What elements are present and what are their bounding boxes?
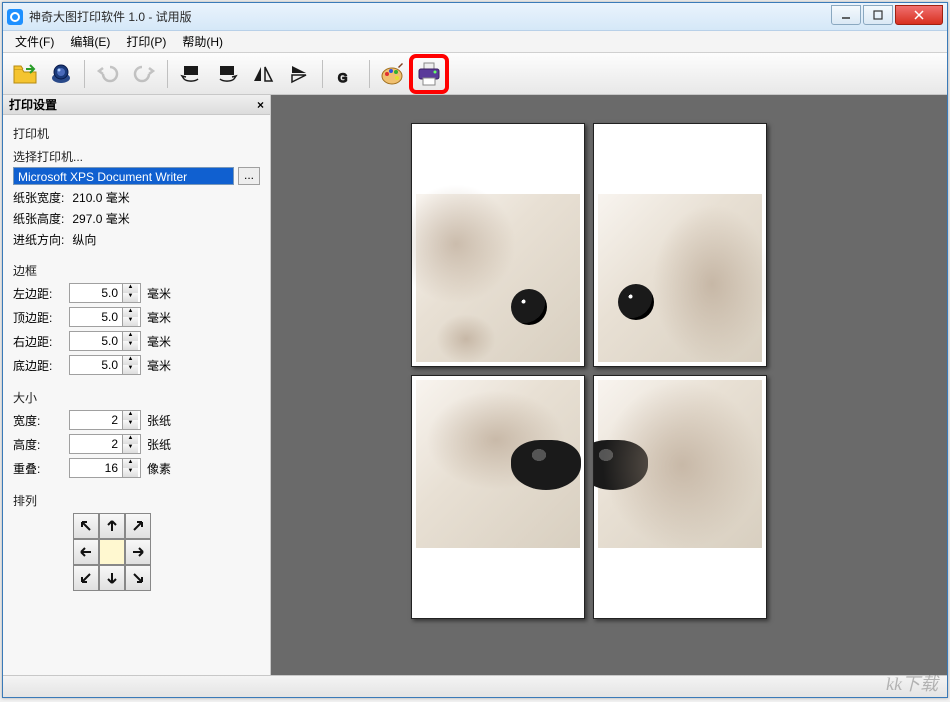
border-section-label: 边框 xyxy=(13,262,260,279)
overlap-input[interactable]: ▲▼ xyxy=(69,458,141,478)
grayscale-g-icon[interactable]: G xyxy=(330,58,362,90)
app-window: 神奇大图打印软件 1.0 - 试用版 文件(F) 编辑(E) 打印(P) 帮助(… xyxy=(2,2,948,698)
feed-direction-label: 进纸方向: xyxy=(13,231,64,248)
app-icon xyxy=(7,9,23,25)
printer-icon[interactable] xyxy=(413,58,445,90)
margin-top-label: 顶边距: xyxy=(13,309,63,326)
arrange-s[interactable] xyxy=(99,565,125,591)
printer-dropdown[interactable]: Microsoft XPS Document Writer xyxy=(13,167,234,185)
menu-file[interactable]: 文件(F) xyxy=(7,31,62,52)
titlebar: 神奇大图打印软件 1.0 - 试用版 xyxy=(3,3,947,31)
camera-icon[interactable] xyxy=(45,58,77,90)
unit-sheets: 张纸 xyxy=(147,412,177,429)
width-sheets-input[interactable]: ▲▼ xyxy=(69,410,141,430)
menu-help[interactable]: 帮助(H) xyxy=(174,31,231,52)
menu-print[interactable]: 打印(P) xyxy=(118,31,174,52)
arrange-ne[interactable] xyxy=(125,513,151,539)
print-settings-panel: 打印设置 × 打印机 选择打印机... Microsoft XPS Docume… xyxy=(3,95,271,675)
margin-bottom-input[interactable]: ▲▼ xyxy=(69,355,141,375)
redo-icon[interactable] xyxy=(128,58,160,90)
margin-top-input[interactable]: ▲▼ xyxy=(69,307,141,327)
page-tile-4 xyxy=(593,375,767,619)
main-area: 打印设置 × 打印机 选择打印机... Microsoft XPS Docume… xyxy=(3,95,947,675)
statusbar xyxy=(3,675,947,697)
maximize-button[interactable] xyxy=(863,5,893,25)
panel-close-button[interactable]: × xyxy=(257,98,264,112)
arrange-nw[interactable] xyxy=(73,513,99,539)
rotate-cw-icon[interactable] xyxy=(211,58,243,90)
arrange-sw[interactable] xyxy=(73,565,99,591)
window-title: 神奇大图打印软件 1.0 - 试用版 xyxy=(29,8,829,25)
height-sheets-label: 高度: xyxy=(13,436,63,453)
height-sheets-input[interactable]: ▲▼ xyxy=(69,434,141,454)
close-button[interactable] xyxy=(895,5,943,25)
undo-icon[interactable] xyxy=(92,58,124,90)
page-tile-2 xyxy=(593,123,767,367)
panel-header: 打印设置 × xyxy=(3,95,270,115)
toolbar: G xyxy=(3,53,947,95)
svg-text:G: G xyxy=(338,71,347,85)
palette-icon[interactable] xyxy=(377,58,409,90)
arrange-e[interactable] xyxy=(125,539,151,565)
page-tile-3 xyxy=(411,375,585,619)
select-printer-label: 选择打印机... xyxy=(13,148,260,165)
arrange-se[interactable] xyxy=(125,565,151,591)
size-section-label: 大小 xyxy=(13,389,260,406)
printer-section-label: 打印机 xyxy=(13,125,260,142)
page-tile-1 xyxy=(411,123,585,367)
width-sheets-label: 宽度: xyxy=(13,412,63,429)
unit-px: 像素 xyxy=(147,460,177,477)
panel-title: 打印设置 xyxy=(9,96,57,113)
flip-horizontal-icon[interactable] xyxy=(247,58,279,90)
preview-canvas[interactable] xyxy=(271,95,947,675)
open-folder-icon[interactable] xyxy=(9,58,41,90)
paper-height-label: 纸张高度: xyxy=(13,210,64,227)
printer-browse-button[interactable]: ... xyxy=(238,167,260,185)
menubar: 文件(F) 编辑(E) 打印(P) 帮助(H) xyxy=(3,31,947,53)
margin-left-label: 左边距: xyxy=(13,285,63,302)
minimize-button[interactable] xyxy=(831,5,861,25)
paper-width-value: 210.0 毫米 xyxy=(72,189,129,206)
rotate-ccw-icon[interactable] xyxy=(175,58,207,90)
flip-vertical-icon[interactable] xyxy=(283,58,315,90)
arrange-grid xyxy=(73,513,260,591)
arrange-center[interactable] xyxy=(99,539,125,565)
margin-right-label: 右边距: xyxy=(13,333,63,350)
margin-bottom-label: 底边距: xyxy=(13,357,63,374)
paper-width-label: 纸张宽度: xyxy=(13,189,64,206)
arrange-section-label: 排列 xyxy=(13,492,260,509)
unit-mm: 毫米 xyxy=(147,285,177,302)
paper-height-value: 297.0 毫米 xyxy=(72,210,129,227)
overlap-label: 重叠: xyxy=(13,460,63,477)
feed-direction-value: 纵向 xyxy=(72,231,96,248)
menu-edit[interactable]: 编辑(E) xyxy=(62,31,118,52)
margin-left-input[interactable]: ▲▼ xyxy=(69,283,141,303)
arrange-n[interactable] xyxy=(99,513,125,539)
arrange-w[interactable] xyxy=(73,539,99,565)
margin-right-input[interactable]: ▲▼ xyxy=(69,331,141,351)
pages-grid xyxy=(411,123,767,619)
